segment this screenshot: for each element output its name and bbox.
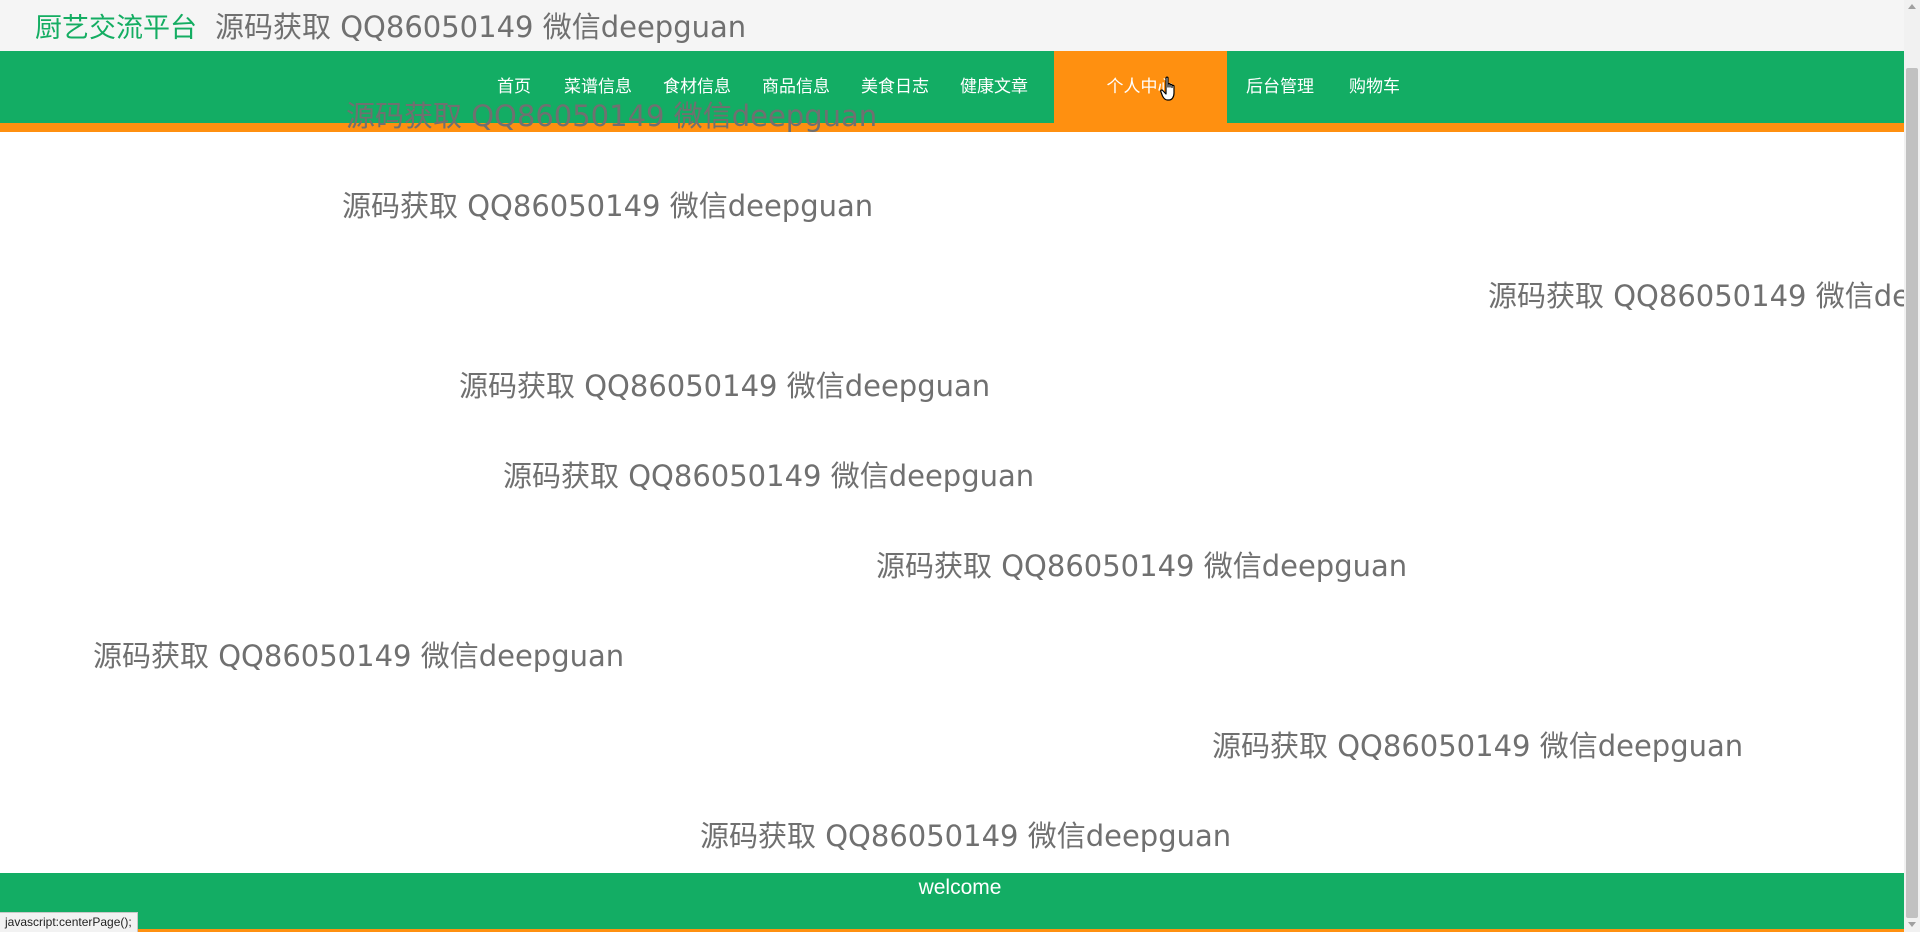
nav-underline: [0, 123, 1904, 132]
nav-item-recipes[interactable]: 菜谱信息: [564, 51, 632, 123]
nav-item-personal-center[interactable]: 个人中心: [1054, 51, 1227, 132]
scroll-up-arrow-icon[interactable]: [1908, 4, 1916, 9]
watermark: 源码获取 QQ86050149 微信deepguan: [876, 549, 1408, 583]
nav-item-ingredients[interactable]: 食材信息: [663, 51, 731, 123]
page: 厨艺交流平台 首页 菜谱信息 食材信息 商品信息 美食日志 健康文章 个人中心 …: [0, 0, 1904, 932]
watermark: 源码获取 QQ86050149 微信deepguan: [700, 819, 1232, 853]
top-header: 厨艺交流平台: [0, 0, 1904, 51]
watermark: 源码获取 QQ86050149 微信deepguan: [1212, 729, 1744, 763]
scrollbar-thumb[interactable]: [1906, 68, 1918, 918]
watermark: 源码获取 QQ86050149 微信deepguan: [503, 459, 1035, 493]
watermark: 源码获取 QQ86050149 微信deepguan: [342, 189, 874, 223]
nav-item-admin[interactable]: 后台管理: [1246, 51, 1314, 123]
nav-item-food-diary[interactable]: 美食日志: [861, 51, 929, 123]
hand-pointer-icon: [1160, 76, 1175, 101]
nav-item-home[interactable]: 首页: [497, 51, 531, 123]
status-bar-url: javascript:centerPage();: [0, 912, 138, 932]
watermark: 源码获取 QQ86050149 微信deepguan: [1488, 279, 1904, 313]
watermark: 源码获取 QQ86050149 微信deepguan: [93, 639, 625, 673]
footer-welcome: welcome: [918, 876, 1002, 899]
nav-bar: [0, 51, 1904, 123]
scroll-down-arrow-icon[interactable]: [1908, 922, 1916, 927]
site-title[interactable]: 厨艺交流平台: [35, 6, 197, 45]
watermark: 源码获取 QQ86050149 微信deepguan: [459, 369, 991, 403]
nav-item-products[interactable]: 商品信息: [762, 51, 830, 123]
nav-item-cart[interactable]: 购物车: [1349, 51, 1400, 123]
nav-item-health-articles[interactable]: 健康文章: [960, 51, 1028, 123]
